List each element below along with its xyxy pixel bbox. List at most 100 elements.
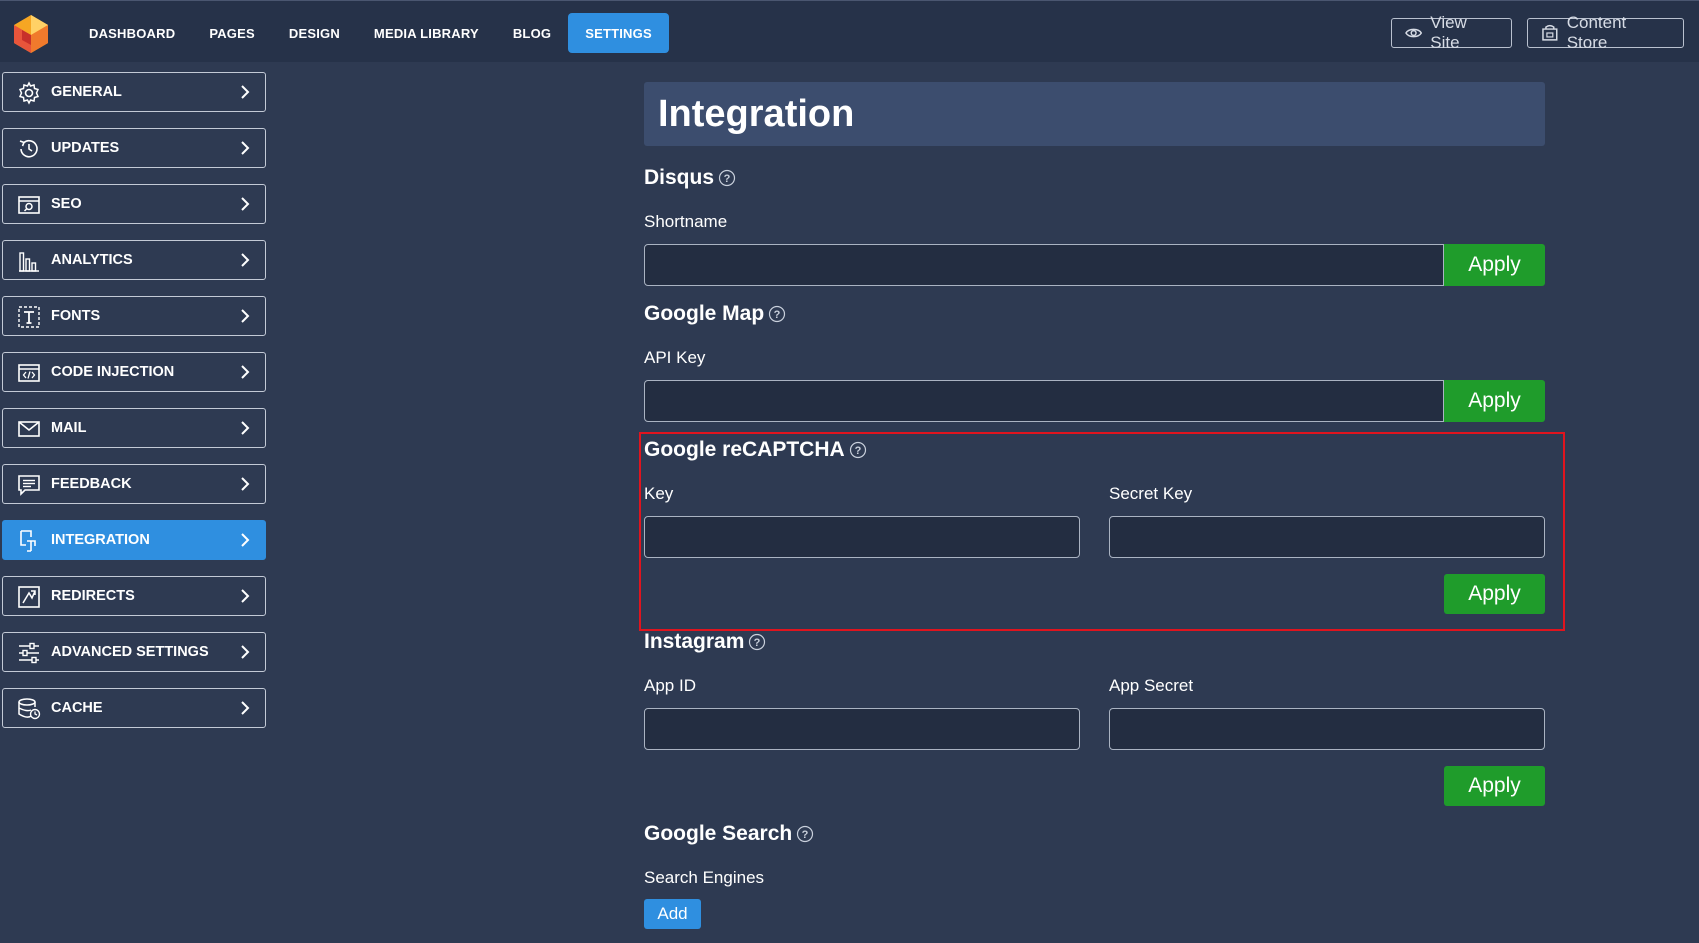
add-search-engine-button[interactable]: Add <box>644 899 701 929</box>
bar-chart-icon <box>19 252 39 272</box>
sidebar-item-label: GENERAL <box>51 84 122 100</box>
nav-design[interactable]: DESIGN <box>272 13 357 53</box>
logo-icon[interactable] <box>10 13 52 55</box>
sidebar-item-label: FONTS <box>51 308 101 324</box>
recaptcha-secret-label: Secret Key <box>1109 484 1193 503</box>
gear-icon <box>18 81 40 105</box>
mail-icon <box>18 421 40 437</box>
content-store-button[interactable]: Content Store <box>1527 13 1684 52</box>
shortname-label: Shortname <box>644 212 728 231</box>
chevron-right-icon <box>241 421 250 435</box>
chevron-right-icon <box>241 589 250 603</box>
sidebar-item-label: REDIRECTS <box>51 588 135 604</box>
sidebar-item-label: FEEDBACK <box>51 476 132 492</box>
app-secret-input[interactable] <box>1109 708 1545 750</box>
svg-text:?: ? <box>854 445 861 457</box>
nav-dashboard[interactable]: DASHBOARD <box>72 13 192 53</box>
chevron-right-icon <box>241 533 250 547</box>
google-map-section-title: Google Map ? <box>644 302 786 326</box>
chevron-right-icon <box>241 197 250 211</box>
help-icon[interactable]: ? <box>748 633 766 651</box>
sidebar-item-label: MAIL <box>51 420 87 436</box>
page-title-box: Integration <box>644 82 1545 146</box>
sidebar-item-label: UPDATES <box>51 140 120 156</box>
shortname-input[interactable] <box>644 244 1444 286</box>
eye-icon <box>1405 28 1423 38</box>
svg-text:?: ? <box>802 829 809 841</box>
sidebar-item-seo[interactable]: SEO <box>2 184 266 224</box>
sidebar-item-label: ADVANCED SETTINGS <box>51 644 209 660</box>
help-icon[interactable]: ? <box>849 441 867 459</box>
chevron-right-icon <box>241 365 250 379</box>
database-icon <box>18 698 41 720</box>
font-icon <box>18 306 40 328</box>
history-icon <box>19 139 38 158</box>
sidebar-item-mail[interactable]: MAIL <box>2 408 266 448</box>
feedback-icon <box>18 475 40 496</box>
main-content: Integration <box>644 82 1545 146</box>
view-site-button[interactable]: View Site <box>1391 13 1512 52</box>
nav-media-library[interactable]: MEDIA LIBRARY <box>357 13 496 53</box>
svg-text:?: ? <box>724 173 731 185</box>
chevron-right-icon <box>241 477 250 491</box>
app-id-label: App ID <box>644 676 696 695</box>
recaptcha-apply-button[interactable]: Apply <box>1444 574 1545 614</box>
top-bar: DASHBOARD PAGES DESIGN MEDIA LIBRARY BLO… <box>0 0 1699 62</box>
sidebar-item-redirects[interactable]: REDIRECTS <box>2 576 266 616</box>
sidebar-item-fonts[interactable]: FONTS <box>2 296 266 336</box>
nav-blog[interactable]: BLOG <box>496 13 568 53</box>
search-engines-label: Search Engines <box>644 868 765 887</box>
main-nav: DASHBOARD PAGES DESIGN MEDIA LIBRARY BLO… <box>72 13 669 53</box>
content-store-label: Content Store <box>1566 13 1627 52</box>
recaptcha-section-title: Google reCAPTCHA ? <box>644 438 867 462</box>
sidebar-item-updates[interactable]: UPDATES <box>2 128 266 168</box>
sidebar-item-cache[interactable]: CACHE <box>2 688 266 728</box>
help-icon[interactable]: ? <box>718 169 736 187</box>
sidebar-item-general[interactable]: GENERAL <box>2 72 266 112</box>
google-search-section-title: Google Search ? <box>644 822 814 846</box>
instagram-apply-button[interactable]: Apply <box>1444 766 1545 806</box>
api-key-input[interactable] <box>644 380 1444 422</box>
recaptcha-key-label: Key <box>644 484 674 503</box>
code-icon <box>18 364 40 382</box>
seo-icon <box>18 196 40 214</box>
integration-icon <box>20 530 36 552</box>
sidebar-item-analytics[interactable]: ANALYTICS <box>2 240 266 280</box>
chevron-right-icon <box>241 141 250 155</box>
settings-sidebar: GENERAL UPDATES SEO ANALYTICS FONTS CODE… <box>2 72 266 744</box>
svg-text:?: ? <box>774 309 781 321</box>
instagram-title: Instagram <box>644 630 745 653</box>
sidebar-item-label: CACHE <box>51 700 103 716</box>
app-secret-label: App Secret <box>1109 676 1194 695</box>
app-id-input[interactable] <box>644 708 1080 750</box>
disqus-section-title: Disqus ? <box>644 166 736 190</box>
recaptcha-key-input[interactable] <box>644 516 1080 558</box>
sidebar-item-code-injection[interactable]: CODE INJECTION <box>2 352 266 392</box>
sliders-icon <box>19 642 39 664</box>
help-icon[interactable]: ? <box>796 825 814 843</box>
nav-pages[interactable]: PAGES <box>192 13 272 53</box>
page-title: Integration <box>658 92 855 135</box>
sidebar-item-advanced-settings[interactable]: ADVANCED SETTINGS <box>2 632 266 672</box>
recaptcha-secret-input[interactable] <box>1109 516 1545 558</box>
sidebar-item-label: SEO <box>51 196 82 212</box>
disqus-title: Disqus <box>644 166 715 189</box>
chevron-right-icon <box>241 85 250 99</box>
redirect-icon <box>18 586 40 608</box>
google-map-apply-button[interactable]: Apply <box>1444 380 1545 422</box>
google-search-title: Google Search <box>644 822 793 845</box>
help-icon[interactable]: ? <box>768 305 786 323</box>
sidebar-item-label: CODE INJECTION <box>51 364 175 380</box>
recaptcha-title: Google reCAPTCHA <box>644 438 845 461</box>
sidebar-item-integration[interactable]: INTEGRATION <box>2 520 266 560</box>
sidebar-item-label: INTEGRATION <box>51 532 150 548</box>
svg-text:?: ? <box>754 637 761 649</box>
store-icon <box>1542 24 1558 41</box>
nav-settings[interactable]: SETTINGS <box>568 13 669 53</box>
disqus-apply-button[interactable]: Apply <box>1444 244 1545 286</box>
chevron-right-icon <box>241 645 250 659</box>
sidebar-item-feedback[interactable]: FEEDBACK <box>2 464 266 504</box>
sidebar-item-label: ANALYTICS <box>51 252 133 268</box>
chevron-right-icon <box>241 253 250 267</box>
instagram-section-title: Instagram ? <box>644 630 766 654</box>
